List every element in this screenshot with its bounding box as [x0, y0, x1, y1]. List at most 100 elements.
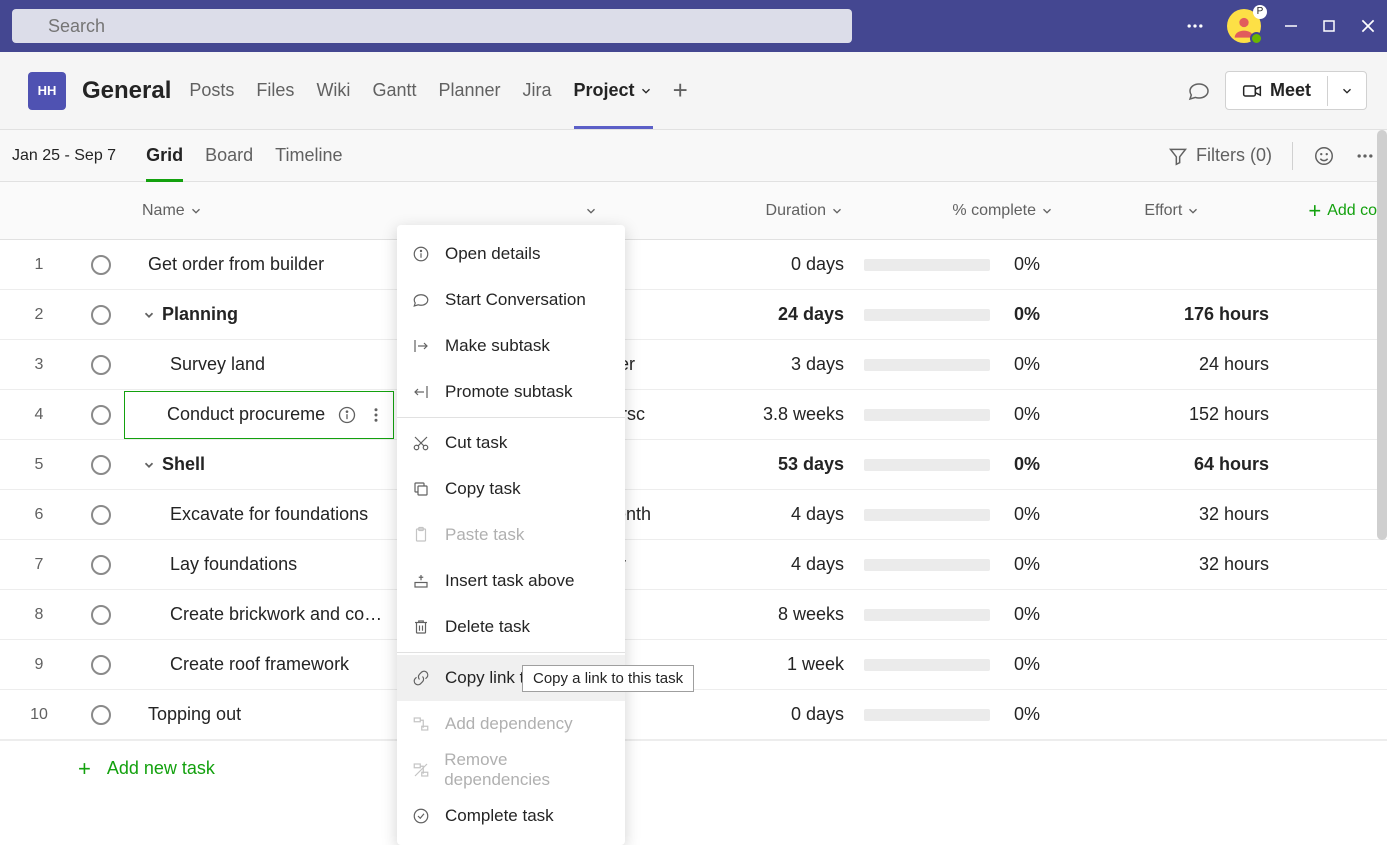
add-tab-button[interactable]: + [673, 75, 688, 106]
complete-circle[interactable] [91, 705, 111, 725]
menu-item-promote-subtask[interactable]: Promote subtask [397, 369, 625, 415]
task-row[interactable]: 3Survey landFoster3 days0%24 hours [0, 340, 1387, 390]
more-icon[interactable] [1185, 16, 1205, 36]
row-checkbox [78, 555, 124, 575]
complete-circle[interactable] [91, 555, 111, 575]
info-icon[interactable] [337, 405, 357, 425]
view-grid[interactable]: Grid [146, 130, 183, 181]
menu-item-start-conversation[interactable]: Start Conversation [397, 277, 625, 323]
effort-cell[interactable]: 152 hours [1094, 404, 1387, 425]
complete-circle[interactable] [91, 255, 111, 275]
duration-cell[interactable]: 3 days [684, 354, 864, 375]
tab-files[interactable]: Files [256, 52, 294, 129]
team-badge[interactable]: HH [28, 72, 66, 110]
row-number: 1 [0, 256, 78, 274]
effort-cell[interactable]: 32 hours [1094, 504, 1387, 525]
duration-cell[interactable]: 53 days [684, 454, 864, 475]
header-complete[interactable]: % complete [952, 202, 1054, 220]
effort-cell[interactable]: 64 hours [1094, 454, 1387, 475]
progress-cell[interactable]: 0% [864, 504, 1094, 525]
progress-cell[interactable]: 0% [864, 404, 1094, 425]
menu-item-complete-task[interactable]: Complete task [397, 793, 625, 839]
progress-cell[interactable]: 0% [864, 304, 1094, 325]
window-maximize-button[interactable] [1321, 18, 1337, 34]
more-icon[interactable] [1355, 146, 1375, 166]
menu-item-label: Remove dependencies [444, 750, 611, 790]
complete-circle[interactable] [91, 305, 111, 325]
task-name: Create roof framework [170, 654, 349, 675]
chat-icon[interactable] [1187, 79, 1211, 103]
menu-item-open-details[interactable]: Open details [397, 231, 625, 277]
task-row[interactable]: 2Planning24 days0%176 hours [0, 290, 1387, 340]
progress-bar [864, 309, 990, 321]
duration-cell[interactable]: 3.8 weeks [684, 404, 864, 425]
header-duration[interactable]: Duration [684, 202, 844, 220]
task-row[interactable]: 5Shell53 days0%64 hours [0, 440, 1387, 490]
tab-project[interactable]: Project [574, 52, 653, 129]
duration-cell[interactable]: 0 days [684, 704, 864, 725]
add-column-button[interactable]: + Add co [1308, 198, 1387, 224]
header-name[interactable]: Name [142, 202, 584, 220]
expand-caret-icon[interactable] [142, 308, 156, 322]
progress-cell[interactable]: 0% [864, 704, 1094, 725]
selected-task-cell[interactable]: Conduct procureme [124, 391, 394, 439]
task-row[interactable]: 1Get order from builder0 days0% [0, 240, 1387, 290]
meet-button-main[interactable]: Meet [1226, 72, 1327, 109]
search-input[interactable] [12, 9, 852, 43]
header-assigned[interactable] [584, 204, 684, 218]
tab-wiki[interactable]: Wiki [316, 52, 350, 129]
effort-cell[interactable]: 32 hours [1094, 554, 1387, 575]
duration-cell[interactable]: 4 days [684, 554, 864, 575]
progress-cell[interactable]: 0% [864, 654, 1094, 675]
task-row[interactable]: 8Create brickwork and co…8 weeks0% [0, 590, 1387, 640]
date-range: Jan 25 - Sep 7 [12, 147, 116, 165]
task-row[interactable]: 6Excavate for foundationsRosenth4 days0%… [0, 490, 1387, 540]
kebab-icon[interactable] [367, 406, 385, 424]
effort-cell[interactable]: 24 hours [1094, 354, 1387, 375]
menu-item-copy-task[interactable]: Copy task [397, 466, 625, 512]
task-row[interactable]: 10Topping out0 days0% [0, 690, 1387, 740]
add-new-task[interactable]: + Add new task [0, 740, 1387, 796]
menu-item-make-subtask[interactable]: Make subtask [397, 323, 625, 369]
window-close-button[interactable] [1359, 17, 1377, 35]
progress-cell[interactable]: 0% [864, 554, 1094, 575]
plus-icon: + [1308, 198, 1321, 224]
task-name: Survey land [170, 354, 265, 375]
progress-bar [864, 509, 990, 521]
view-timeline[interactable]: Timeline [275, 130, 342, 181]
scrollbar[interactable] [1377, 130, 1387, 540]
tab-posts[interactable]: Posts [189, 52, 234, 129]
progress-cell[interactable]: 0% [864, 354, 1094, 375]
complete-circle[interactable] [91, 355, 111, 375]
complete-circle[interactable] [91, 655, 111, 675]
progress-cell[interactable]: 0% [864, 604, 1094, 625]
complete-circle[interactable] [91, 455, 111, 475]
duration-cell[interactable]: 4 days [684, 504, 864, 525]
smiley-icon[interactable] [1313, 145, 1335, 167]
complete-circle[interactable] [91, 605, 111, 625]
tab-jira[interactable]: Jira [523, 52, 552, 129]
view-board[interactable]: Board [205, 130, 253, 181]
duration-cell[interactable]: 0 days [684, 254, 864, 275]
complete-circle[interactable] [91, 405, 111, 425]
duration-cell[interactable]: 8 weeks [684, 604, 864, 625]
filters-button[interactable]: Filters (0) [1168, 145, 1272, 166]
tab-planner[interactable]: Planner [438, 52, 500, 129]
progress-cell[interactable]: 0% [864, 454, 1094, 475]
menu-item-cut-task[interactable]: Cut task [397, 420, 625, 466]
expand-caret-icon[interactable] [142, 458, 156, 472]
effort-cell[interactable]: 176 hours [1094, 304, 1387, 325]
tab-gantt[interactable]: Gantt [372, 52, 416, 129]
menu-item-delete-task[interactable]: Delete task [397, 604, 625, 650]
window-minimize-button[interactable] [1283, 18, 1299, 34]
avatar[interactable]: P [1227, 9, 1261, 43]
menu-item-insert-task-above[interactable]: Insert task above [397, 558, 625, 604]
task-row[interactable]: 7Lay foundationsurner4 days0%32 hours [0, 540, 1387, 590]
progress-cell[interactable]: 0% [864, 254, 1094, 275]
meet-button-split[interactable] [1327, 76, 1366, 106]
duration-cell[interactable]: 24 days [684, 304, 864, 325]
duration-cell[interactable]: 1 week [684, 654, 864, 675]
complete-circle[interactable] [91, 505, 111, 525]
task-row[interactable]: 4Conduct procuremePetersc3.8 weeks0%152 … [0, 390, 1387, 440]
header-effort[interactable]: Effort [1094, 202, 1200, 220]
